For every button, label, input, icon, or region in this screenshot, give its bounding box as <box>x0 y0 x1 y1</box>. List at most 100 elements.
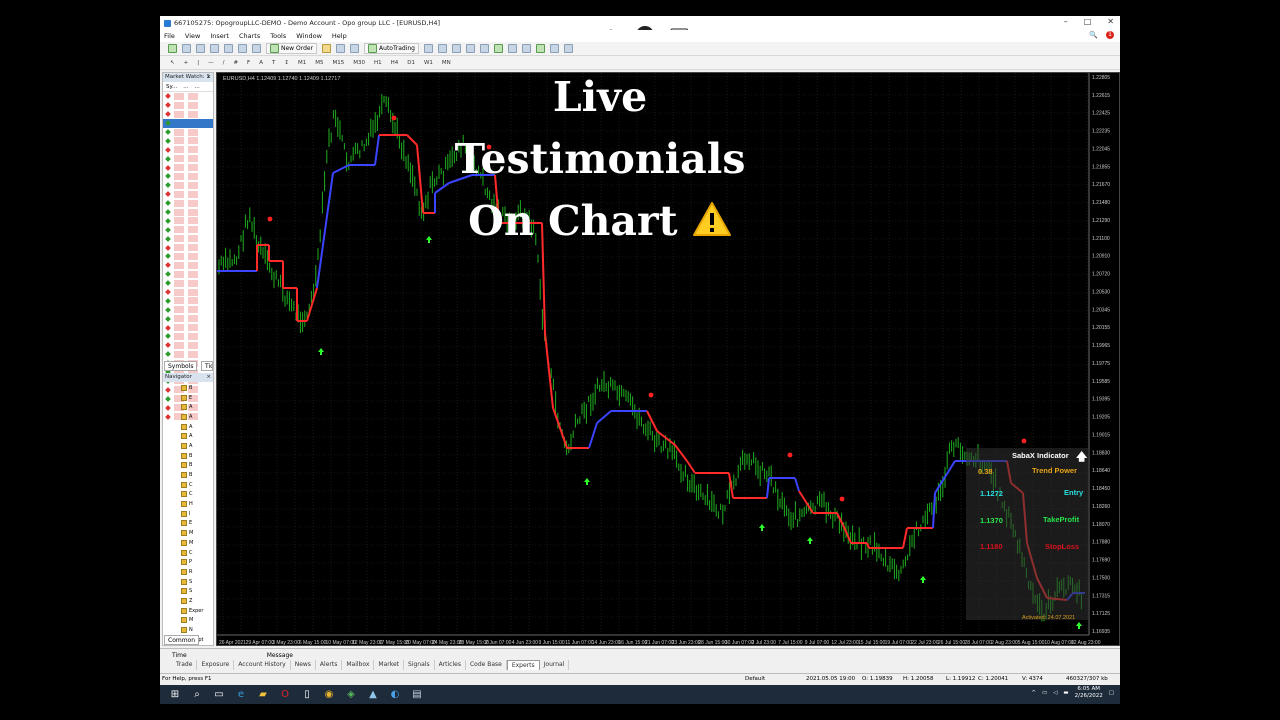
vertical-line-icon[interactable]: | <box>195 60 201 66</box>
bar-chart-icon[interactable] <box>424 44 433 53</box>
market-watch-row[interactable] <box>163 243 213 252</box>
auto-trading-button[interactable]: AutoTrading <box>364 43 419 54</box>
cursor-icon[interactable]: ↖ <box>168 60 177 66</box>
maximize-button[interactable]: □ <box>1084 17 1092 26</box>
channel-icon[interactable]: # <box>231 60 240 66</box>
market-watch-row[interactable] <box>163 181 213 190</box>
timeframe-w1[interactable]: W1 <box>422 60 435 66</box>
terminal-tab[interactable]: Signals <box>404 660 435 670</box>
menu-file[interactable]: File <box>164 32 175 40</box>
navigator-item[interactable]: R <box>163 567 213 577</box>
new-order-button[interactable]: New Order <box>266 43 318 54</box>
timeframe-h4[interactable]: H4 <box>389 60 401 66</box>
file-explorer-icon[interactable]: ▰ <box>256 688 270 702</box>
timeframe-d1[interactable]: D1 <box>405 60 417 66</box>
text-icon[interactable]: A <box>257 60 265 66</box>
navigator-item[interactable]: A <box>163 431 213 441</box>
app-icon[interactable]: ▲ <box>366 688 380 702</box>
navigator-item[interactable]: S <box>163 586 213 596</box>
market-watch-row[interactable] <box>163 216 213 225</box>
document-icon[interactable]: ▯ <box>300 688 314 702</box>
terminal-tab[interactable]: Experts <box>506 660 540 670</box>
terminal-tab[interactable]: Alerts <box>316 660 343 670</box>
tile-windows-icon[interactable] <box>494 44 503 53</box>
col-symbol[interactable]: Sy... <box>166 82 177 91</box>
market-watch-row[interactable] <box>163 199 213 208</box>
status-profile[interactable]: Default <box>745 676 765 682</box>
data-window-icon[interactable] <box>210 44 219 53</box>
timeframe-mn[interactable]: MN <box>440 60 453 66</box>
navigator-item[interactable]: B <box>163 451 213 461</box>
menu-window[interactable]: Window <box>296 32 322 40</box>
start-icon[interactable]: ⊞ <box>168 688 182 702</box>
close-icon[interactable]: × <box>206 73 211 82</box>
tester-icon[interactable] <box>252 44 261 53</box>
navigator-item[interactable]: M <box>163 528 213 538</box>
notification-badge[interactable]: 1 <box>1106 31 1114 39</box>
terminal-tab[interactable]: Exposure <box>197 660 235 670</box>
navigator-item[interactable]: E <box>163 519 213 529</box>
market-watch-row[interactable] <box>163 314 213 323</box>
navigator-item[interactable]: C <box>163 548 213 558</box>
chart-shift-icon[interactable] <box>522 44 531 53</box>
menu-view[interactable]: View <box>185 32 200 40</box>
line-chart-icon[interactable] <box>452 44 461 53</box>
metatrader-icon[interactable]: ◈ <box>344 688 358 702</box>
metaeditor-icon[interactable] <box>322 44 332 53</box>
market-watch-row[interactable] <box>163 128 213 137</box>
navigator-item[interactable]: Z <box>163 596 213 606</box>
market-watch-row[interactable] <box>163 270 213 279</box>
navigator-item[interactable]: M <box>163 538 213 548</box>
market-watch-row[interactable] <box>163 234 213 243</box>
navigator-item[interactable]: I <box>163 509 213 519</box>
navigator-item[interactable]: C <box>163 480 213 490</box>
notifications-icon[interactable]: ▢ <box>1109 690 1114 696</box>
tab-tick-chart[interactable]: Tic <box>201 361 213 371</box>
navigator-item[interactable]: N <box>163 625 213 635</box>
market-watch-row[interactable] <box>163 118 213 128</box>
label-icon[interactable]: T <box>270 60 277 66</box>
market-watch-row[interactable] <box>163 154 213 163</box>
navigator-item[interactable]: A <box>163 402 213 412</box>
tab-symbols[interactable]: Symbols <box>164 361 198 371</box>
terminal-tab[interactable]: Account History <box>234 660 291 670</box>
navigator-item[interactable]: P <box>163 557 213 567</box>
clock[interactable]: 6:05 AM 2/26/2022 <box>1075 686 1103 700</box>
close-button[interactable]: ✕ <box>1107 17 1114 26</box>
timeframe-m1[interactable]: M1 <box>296 60 308 66</box>
navigator-item[interactable]: H <box>163 499 213 509</box>
market-watch-row[interactable] <box>163 172 213 181</box>
market-watch-row[interactable] <box>163 252 213 261</box>
terminal-tab[interactable]: Articles <box>435 660 466 670</box>
market-watch-row[interactable] <box>163 190 213 199</box>
col-ask[interactable]: ... <box>194 82 199 91</box>
new-chart-icon[interactable] <box>168 44 177 53</box>
candles-icon[interactable] <box>438 44 447 53</box>
menu-charts[interactable]: Charts <box>239 32 260 40</box>
crosshair-icon[interactable]: + <box>182 60 191 66</box>
terminal-tab[interactable]: Market <box>374 660 405 670</box>
navigator-item[interactable]: B <box>163 383 213 393</box>
zoom-in-icon[interactable] <box>466 44 475 53</box>
market-watch-row[interactable] <box>163 323 213 332</box>
task-view-icon[interactable]: ▭ <box>212 688 226 702</box>
market-watch-row[interactable] <box>163 296 213 305</box>
terminal-tab[interactable]: News <box>291 660 316 670</box>
market-watch-row[interactable] <box>163 305 213 314</box>
trendline-icon[interactable]: / <box>221 60 227 66</box>
terminal-app-icon[interactable]: ▤ <box>410 688 424 702</box>
navigator-item[interactable]: M <box>163 616 213 626</box>
volume-icon[interactable]: ◁ <box>1053 690 1057 696</box>
menu-help[interactable]: Help <box>332 32 347 40</box>
market-watch-row[interactable] <box>163 261 213 270</box>
search-icon[interactable]: 🔍 <box>1089 31 1098 39</box>
market-watch-row[interactable] <box>163 288 213 297</box>
periods-icon[interactable] <box>550 44 559 53</box>
market-watch-row[interactable] <box>163 332 213 341</box>
tab-common[interactable]: Common <box>164 635 200 645</box>
signals-icon[interactable] <box>336 44 346 53</box>
search-icon[interactable]: ⌕ <box>190 688 204 702</box>
chrome-icon[interactable]: ◉ <box>322 688 336 702</box>
horizontal-line-icon[interactable]: — <box>206 60 216 66</box>
navigator-item[interactable]: S <box>163 577 213 587</box>
